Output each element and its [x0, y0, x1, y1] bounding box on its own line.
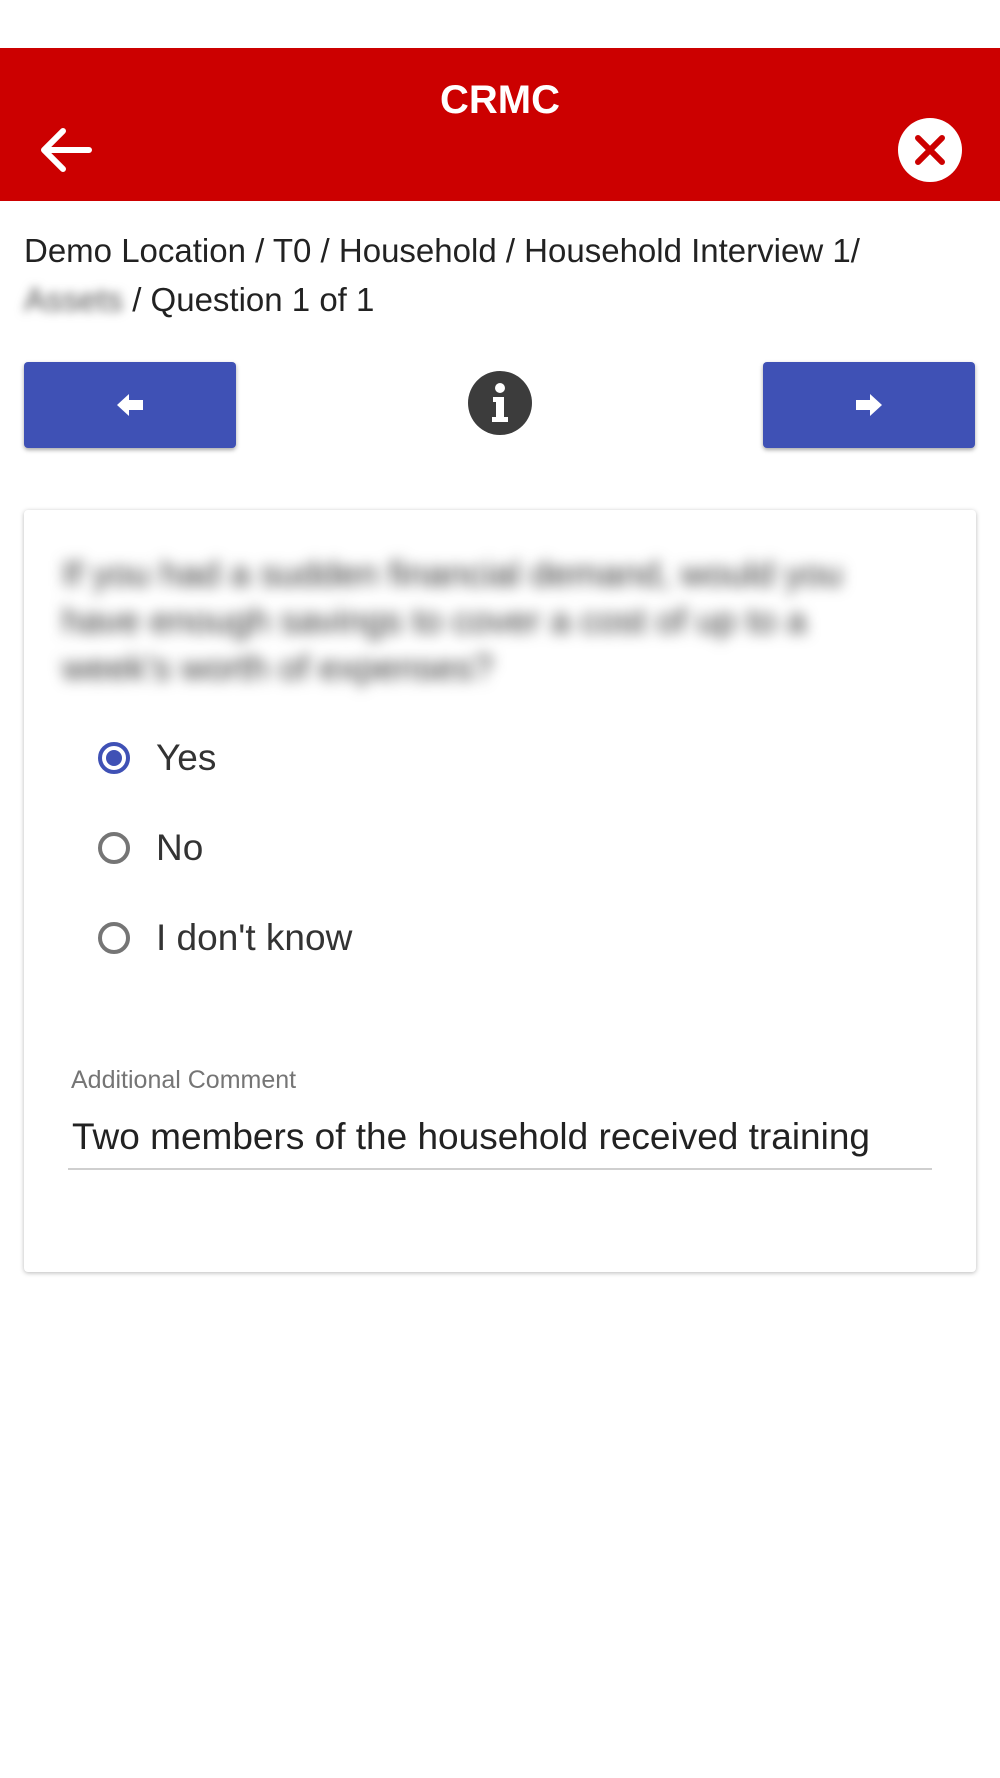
next-question-button[interactable]	[763, 362, 975, 448]
comment-label: Additional Comment	[71, 1066, 297, 1094]
option-label: Yes	[156, 737, 217, 778]
app-title: CRMC	[440, 78, 560, 122]
info-button[interactable]	[468, 371, 532, 435]
breadcrumb-current: Assets / Question 1 of 1	[24, 275, 974, 324]
breadcrumb-path: Demo Location / T0 / Household / Househo…	[24, 232, 860, 269]
app-header: CRMC	[0, 48, 1000, 201]
option-yes[interactable]: Yes	[98, 728, 798, 788]
option-dont-know[interactable]: I don't know	[98, 908, 798, 968]
comment-field[interactable]	[68, 1106, 932, 1170]
question-card: If you had a sudden financial demand, wo…	[24, 510, 976, 1272]
question-counter: / Question 1 of 1	[123, 281, 375, 318]
radio-checked-icon	[98, 742, 130, 774]
back-button[interactable]	[30, 120, 100, 180]
close-icon	[915, 135, 945, 165]
info-icon	[492, 383, 508, 422]
previous-question-button[interactable]	[24, 362, 236, 448]
arrow-right-icon	[856, 394, 882, 416]
breadcrumb: Demo Location / T0 / Household / Househo…	[24, 226, 974, 324]
option-no[interactable]: No	[98, 818, 798, 878]
status-bar	[0, 0, 1000, 48]
radio-unchecked-icon	[98, 922, 130, 954]
option-label: I don't know	[156, 917, 353, 958]
close-button[interactable]	[898, 118, 962, 182]
option-label: No	[156, 827, 204, 868]
question-text: If you had a sudden financial demand, wo…	[62, 553, 843, 688]
radio-unchecked-icon	[98, 832, 130, 864]
arrow-left-icon	[41, 128, 92, 172]
arrow-left-icon	[117, 394, 143, 416]
breadcrumb-section: Assets	[24, 281, 124, 318]
